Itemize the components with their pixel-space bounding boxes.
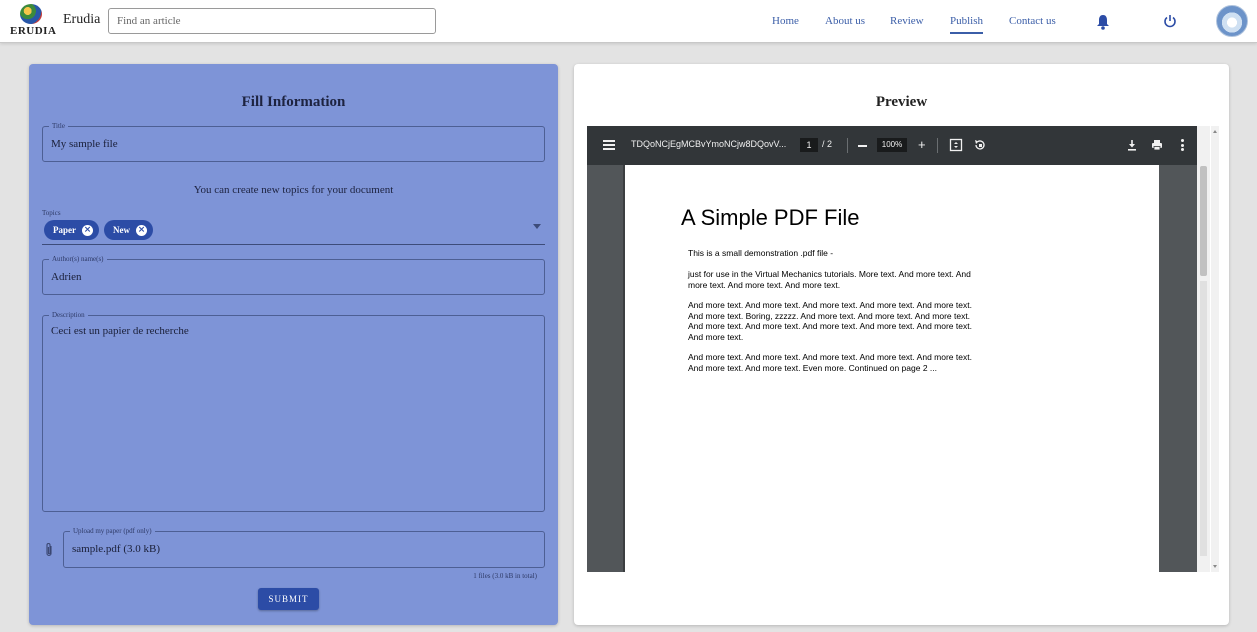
brand-name[interactable]: Erudia xyxy=(63,12,100,28)
pdf-title: A Simple PDF File xyxy=(681,205,860,230)
pdf-scrollbar-thumb[interactable] xyxy=(1200,166,1207,276)
preview-scrollbar[interactable] xyxy=(1211,126,1219,572)
preview-card: Preview TDQoNCjEgMCBvYmoNCjw8DQovV... 1 … xyxy=(574,64,1229,625)
description-value: Ceci est un papier de recherche xyxy=(51,325,189,337)
pdf-paragraph: And more text. And more text. And more t… xyxy=(688,300,972,342)
preview-heading: Preview xyxy=(875,94,928,110)
fill-information-card: Fill Information Title My sample file Yo… xyxy=(29,64,558,625)
remove-chip-icon[interactable]: × xyxy=(136,224,147,236)
pdf-scrollbar[interactable] xyxy=(1197,126,1210,572)
download-icon[interactable] xyxy=(1125,138,1139,152)
more-options-icon[interactable] xyxy=(1181,139,1184,151)
print-icon[interactable] xyxy=(1150,138,1164,152)
nav-link-review[interactable]: Review xyxy=(890,15,924,27)
topics-dropdown-arrow-icon[interactable] xyxy=(533,224,541,229)
upload-file-value: sample.pdf (3.0 kB) xyxy=(72,543,160,555)
nav-link-about-us[interactable]: About us xyxy=(825,15,865,27)
fit-page-icon[interactable] xyxy=(949,138,963,152)
topic-chip-label: New xyxy=(113,225,130,235)
pdf-scroll-area[interactable]: A Simple PDF File This is a small demons… xyxy=(587,165,1210,572)
top-navbar: ERUDIA Erudia Home About us Review Publi… xyxy=(0,0,1257,43)
pdf-filename: TDQoNCjEgMCBvYmoNCjw8DQovV... xyxy=(631,139,787,149)
upload-label: Upload my paper (pdf only) xyxy=(70,526,155,536)
submit-button[interactable]: SUBMIT xyxy=(258,588,319,610)
nav-link-contact-us[interactable]: Contact us xyxy=(1009,15,1056,27)
files-summary: 1 files (3.0 kB in total) xyxy=(473,572,537,580)
title-field[interactable]: Title My sample file xyxy=(42,121,545,162)
pdf-paragraph: This is a small demonstration .pdf file … xyxy=(688,248,834,258)
logo-text: ERUDIA xyxy=(10,25,57,37)
zoom-out-icon[interactable] xyxy=(858,145,867,147)
search-input[interactable] xyxy=(108,8,436,34)
description-field[interactable]: Description Ceci est un papier de recher… xyxy=(42,310,545,512)
power-icon[interactable] xyxy=(1163,14,1177,28)
topics-helper-text: You can create new topics for your docum… xyxy=(193,184,394,196)
title-value: My sample file xyxy=(51,138,118,150)
pdf-viewer[interactable]: TDQoNCjEgMCBvYmoNCjw8DQovV... 1 / 2 100%… xyxy=(587,126,1210,572)
pdf-scrollbar-track[interactable] xyxy=(1200,281,1207,556)
authors-label: Author(s) name(s) xyxy=(49,254,107,264)
title-label: Title xyxy=(49,121,68,131)
upload-field[interactable]: Upload my paper (pdf only) sample.pdf (3… xyxy=(63,526,545,568)
topic-chip-new[interactable]: New × xyxy=(104,220,153,240)
erudia-logo[interactable]: ERUDIA xyxy=(10,3,56,41)
toolbar-divider xyxy=(847,138,848,153)
total-pages: / 2 xyxy=(822,139,833,149)
pdf-paragraph: just for use in the Virtual Mechanics tu… xyxy=(688,269,971,290)
topic-chip-paper[interactable]: Paper × xyxy=(44,220,99,240)
description-label: Description xyxy=(49,310,88,320)
toolbar-divider xyxy=(937,138,938,153)
topics-label: Topics xyxy=(42,209,61,217)
topic-chip-label: Paper xyxy=(53,225,76,235)
topics-underline xyxy=(42,244,545,245)
nav-link-publish[interactable]: Publish xyxy=(950,15,984,34)
remove-chip-icon[interactable]: × xyxy=(82,224,93,236)
authors-field[interactable]: Author(s) name(s) Adrien xyxy=(42,254,545,295)
pdf-paragraph: And more text. And more text. And more t… xyxy=(688,352,972,373)
page-number-input[interactable]: 1 xyxy=(800,138,818,152)
menu-icon[interactable] xyxy=(603,140,615,150)
form-heading: Fill Information xyxy=(241,94,346,110)
paperclip-icon[interactable] xyxy=(44,542,54,558)
zoom-level-input[interactable]: 100% xyxy=(877,138,907,152)
pdf-toolbar: TDQoNCjEgMCBvYmoNCjw8DQovV... 1 / 2 100%… xyxy=(587,126,1210,165)
logo-globe-icon xyxy=(20,4,42,24)
authors-value: Adrien xyxy=(51,271,82,283)
nav-link-home[interactable]: Home xyxy=(772,15,799,27)
rotate-icon[interactable] xyxy=(973,138,987,152)
pdf-page: A Simple PDF File This is a small demons… xyxy=(625,165,1159,572)
avatar[interactable] xyxy=(1216,5,1248,37)
zoom-in-icon[interactable]: + xyxy=(918,138,926,152)
scroll-down-icon[interactable] xyxy=(1213,565,1217,568)
bell-icon[interactable] xyxy=(1096,14,1110,30)
scroll-up-icon[interactable] xyxy=(1213,130,1217,133)
